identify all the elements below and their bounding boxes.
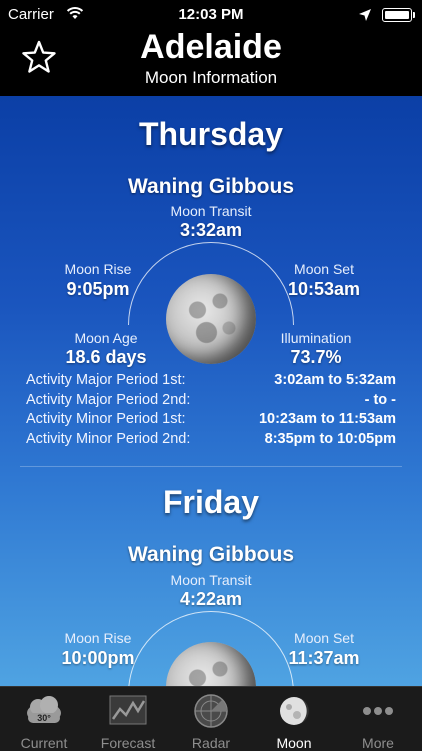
status-bar: Carrier 12:03 PM bbox=[0, 0, 422, 30]
activity-label: Activity Major Period 1st: bbox=[26, 372, 186, 388]
section-divider bbox=[20, 466, 402, 467]
tab-current[interactable]: 30° Current bbox=[2, 687, 86, 751]
chart-icon bbox=[109, 695, 147, 725]
tab-label: Current bbox=[20, 735, 68, 751]
activity-value: 3:02am to 5:32am bbox=[274, 372, 396, 388]
tab-label: Radar bbox=[191, 735, 231, 751]
illumination-label: Illumination bbox=[280, 330, 352, 346]
current-temp-badge: 30° bbox=[37, 713, 51, 723]
day-title: Friday bbox=[162, 484, 260, 520]
activity-row: Activity Major Period 2nd: - to - bbox=[26, 392, 396, 412]
activity-row: Activity Minor Period 1st: 10:23am to 11… bbox=[26, 411, 396, 431]
tab-forecast[interactable]: Forecast bbox=[86, 687, 170, 751]
day-title: Thursday bbox=[138, 116, 284, 152]
tab-label: More bbox=[362, 735, 394, 751]
activity-value: - to - bbox=[364, 392, 396, 408]
activity-value: 10:23am to 11:53am bbox=[258, 411, 396, 427]
transit-value: 4:22am bbox=[179, 589, 243, 609]
activity-label: Activity Major Period 2nd: bbox=[26, 392, 191, 408]
moon-rise-label: Moon Rise bbox=[64, 630, 132, 646]
illumination-value: 73.7% bbox=[290, 347, 342, 367]
moon-rise-value: 9:05pm bbox=[66, 279, 130, 299]
transit-value: 3:32am bbox=[179, 220, 243, 240]
radar-icon bbox=[194, 694, 228, 728]
tab-label: Forecast bbox=[100, 735, 156, 751]
tab-more[interactable]: More bbox=[336, 687, 420, 751]
moon-info-scroll[interactable]: Thursday Waning Gibbous Moon Transit 3:3… bbox=[0, 96, 422, 686]
moon-image bbox=[166, 274, 256, 364]
tab-label: Moon bbox=[276, 735, 312, 751]
tab-bar: 30° Current Forecast Radar Moon More bbox=[0, 686, 422, 751]
activity-row: Activity Minor Period 2nd: 8:35pm to 10:… bbox=[26, 431, 396, 451]
activity-value: 8:35pm to 10:05pm bbox=[264, 431, 396, 447]
activity-label: Activity Minor Period 2nd: bbox=[26, 431, 191, 447]
battery-icon bbox=[382, 8, 412, 22]
page-subtitle: Moon Information bbox=[144, 68, 278, 87]
transit-label: Moon Transit bbox=[170, 203, 252, 219]
header: Adelaide Moon Information bbox=[0, 28, 422, 96]
moon-set-value: 11:37am bbox=[288, 648, 360, 668]
moon-age-label: Moon Age bbox=[74, 330, 138, 346]
activity-label: Activity Minor Period 1st: bbox=[26, 411, 186, 427]
city-title: Adelaide bbox=[140, 28, 282, 66]
tab-moon[interactable]: Moon bbox=[252, 687, 336, 751]
moon-set-label: Moon Set bbox=[294, 261, 354, 277]
transit-label: Moon Transit bbox=[170, 572, 252, 588]
moon-icon bbox=[280, 697, 309, 725]
moon-set-label: Moon Set bbox=[294, 630, 354, 646]
moon-rise-label: Moon Rise bbox=[64, 261, 132, 277]
battery-tip bbox=[413, 12, 415, 18]
moon-age-value: 18.6 days bbox=[65, 347, 147, 367]
moon-phase: Waning Gibbous bbox=[127, 175, 295, 198]
more-icon bbox=[363, 707, 393, 715]
location-arrow-icon bbox=[359, 9, 371, 21]
moon-set-value: 10:53am bbox=[287, 279, 361, 299]
moon-rise-value: 10:00pm bbox=[61, 648, 135, 668]
moon-phase: Waning Gibbous bbox=[127, 543, 295, 566]
cloud-temp-icon: 30° bbox=[27, 696, 61, 723]
activity-row: Activity Major Period 1st: 3:02am to 5:3… bbox=[26, 372, 396, 392]
tab-radar[interactable]: Radar bbox=[169, 687, 253, 751]
